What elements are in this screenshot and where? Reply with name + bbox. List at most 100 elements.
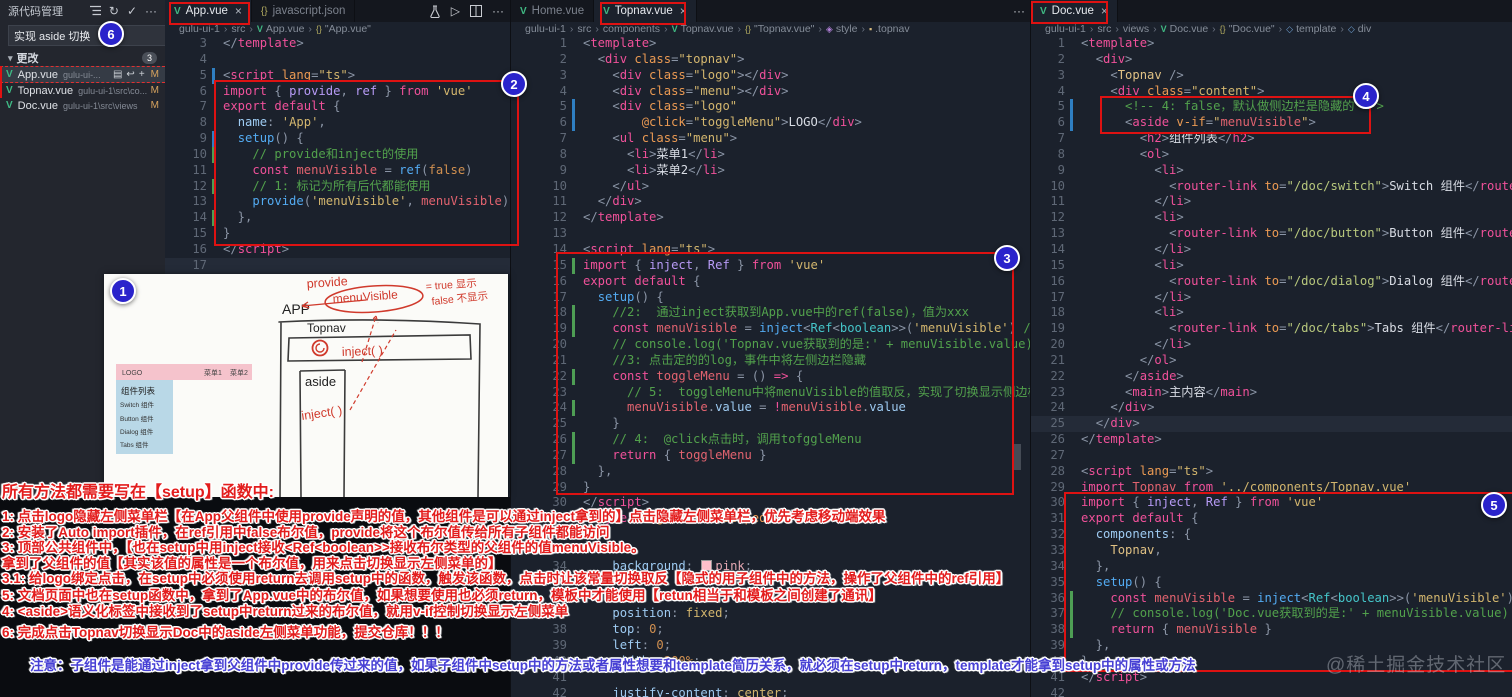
code-line[interactable]: 19 const menuVisible = inject<Ref<boolea… — [511, 321, 1031, 338]
line-number[interactable]: 25 — [1031, 416, 1065, 432]
breadcrumb-item[interactable]: components — [603, 23, 660, 35]
line-number[interactable]: 34 — [1031, 559, 1065, 575]
code-line[interactable]: 8 <ol> — [1031, 147, 1512, 163]
code-line[interactable]: 3 <div class="logo"></div> — [511, 68, 1031, 84]
code-line[interactable]: 15} — [165, 226, 510, 242]
line-number[interactable]: 7 — [1031, 131, 1065, 147]
line-number[interactable]: 33 — [1031, 543, 1065, 559]
code-line[interactable]: 28 }, — [511, 464, 1031, 480]
code-line[interactable]: 34 }, — [1031, 559, 1512, 575]
open-file-icon[interactable]: ▤ — [113, 69, 122, 80]
code-line[interactable]: 5 <!-- 4: false，默认做侧边栏是隐藏的 --> — [1031, 99, 1512, 116]
line-number[interactable]: 32 — [1031, 527, 1065, 543]
code-line[interactable]: 11 const menuVisible = ref(false) — [165, 163, 510, 179]
code-line[interactable]: 31 export default { — [1031, 511, 1512, 527]
code-line[interactable]: 25 } — [511, 416, 1031, 432]
line-number[interactable]: 16 — [511, 274, 567, 290]
line-number[interactable]: 15 — [1031, 258, 1065, 274]
line-number[interactable]: 27 — [511, 448, 567, 464]
line-number[interactable]: 14 — [1031, 242, 1065, 258]
code-line[interactable]: 28 <script lang="ts"> — [1031, 464, 1512, 480]
code-line[interactable]: 12 <li> — [1031, 210, 1512, 226]
line-number[interactable]: 39 — [1031, 638, 1065, 654]
close-tab-icon[interactable]: × — [235, 4, 242, 18]
breadcrumb-item[interactable]: gulu-ui-1 — [525, 23, 566, 35]
discard-changes-icon[interactable]: ↩ — [126, 69, 134, 80]
breadcrumb-item[interactable]: template — [1296, 23, 1336, 35]
code-area[interactable]: 1 <template> 2 <div> 3 <Topnav /> 4 <div cla… — [1031, 36, 1512, 697]
view-as-tree-icon[interactable] — [89, 5, 101, 18]
line-number[interactable]: 1 — [511, 36, 567, 52]
code-line[interactable]: 33 Topnav, — [1031, 543, 1512, 559]
code-line[interactable]: 1 <template> — [1031, 36, 1512, 52]
code-line[interactable]: 16 </script> — [165, 242, 510, 258]
line-number[interactable]: 24 — [1031, 400, 1065, 416]
line-number[interactable]: 8 — [511, 147, 567, 163]
line-number[interactable]: 20 — [1031, 337, 1065, 353]
tab-Home.vue[interactable]: V Home.vue — [511, 0, 595, 22]
line-number[interactable]: 17 — [511, 290, 567, 306]
more-actions-icon[interactable]: ··· — [492, 4, 504, 18]
code-line[interactable]: 6 <aside v-if="menuVisible"> — [1031, 115, 1512, 132]
line-number[interactable]: 9 — [1031, 163, 1065, 179]
code-line[interactable]: 9 setup() { — [165, 131, 510, 147]
code-line[interactable]: 6 @click="toggleMenu">LOGO</div> — [511, 115, 1031, 132]
line-number[interactable]: 19 — [1031, 321, 1065, 337]
code-line[interactable]: 26 // 4: @click点击时，调用tofggleMenu — [511, 432, 1031, 448]
line-number[interactable]: 35 — [1031, 575, 1065, 591]
breadcrumb-item[interactable]: src — [1097, 23, 1111, 35]
code-line[interactable]: 38 return { menuVisible } — [1031, 622, 1512, 639]
line-number[interactable]: 20 — [511, 337, 567, 353]
code-line[interactable]: 17 — [165, 257, 510, 274]
code-line[interactable]: 29} — [511, 480, 1031, 496]
line-number[interactable]: 3 — [165, 36, 207, 52]
breadcrumb-item[interactable]: src — [577, 23, 591, 35]
line-number[interactable]: 9 — [165, 131, 207, 147]
code-line[interactable]: 25 </div> — [1031, 416, 1512, 433]
line-number[interactable]: 42 — [1031, 686, 1065, 697]
code-line[interactable]: 7 <ul class="menu"> — [511, 131, 1031, 147]
code-line[interactable]: 4 — [165, 52, 510, 68]
more-actions-icon[interactable]: ··· — [1013, 4, 1025, 18]
line-number[interactable]: 5 — [165, 68, 207, 84]
line-number[interactable]: 10 — [511, 179, 567, 195]
line-number[interactable]: 4 — [165, 52, 207, 68]
line-number[interactable]: 17 — [165, 258, 207, 274]
line-number[interactable]: 4 — [1031, 84, 1065, 100]
code-line[interactable]: 20 </li> — [1031, 337, 1512, 353]
code-line[interactable]: 14 }, — [165, 210, 510, 227]
breadcrumb-item[interactable]: src — [231, 23, 245, 35]
code-line[interactable]: 22 </aside> — [1031, 369, 1512, 385]
code-line[interactable]: 1 <template> — [511, 36, 1031, 52]
line-number[interactable]: 17 — [1031, 290, 1065, 306]
code-line[interactable]: 3 <Topnav /> — [1031, 68, 1512, 84]
stage-changes-icon[interactable]: + — [139, 69, 145, 80]
line-number[interactable]: 10 — [1031, 179, 1065, 195]
code-line[interactable]: 42 — [1031, 686, 1512, 697]
line-number[interactable]: 6 — [1031, 115, 1065, 131]
code-line[interactable]: 2 <div class="topnav"> — [511, 52, 1031, 68]
close-tab-icon[interactable]: × — [1101, 4, 1108, 18]
code-line[interactable]: 9 <li>菜单2</li> — [511, 163, 1031, 179]
line-number[interactable]: 15 — [165, 226, 207, 242]
code-line[interactable]: 12 // 1: 标记为所有后代都能使用 — [165, 178, 510, 195]
code-line[interactable]: 11 </div> — [511, 194, 1031, 210]
file-row-Topnav.vue[interactable]: V Topnav.vue gulu-ui-1\src\co... M — [0, 83, 165, 98]
line-number[interactable]: 42 — [511, 686, 567, 697]
tab-Topnav.vue[interactable]: V Topnav.vue × — [594, 0, 697, 22]
code-line[interactable]: 7 <h2>组件列表</h2> — [1031, 131, 1512, 147]
code-line[interactable]: 6 import { provide, ref } from 'vue' — [165, 84, 510, 100]
code-line[interactable]: 37 position: fixed; — [511, 606, 1031, 622]
line-number[interactable]: 19 — [511, 321, 567, 337]
code-line[interactable]: 37 // console.log('Doc.vue获取到的是:' + menu… — [1031, 606, 1512, 623]
breadcrumb-item[interactable]: gulu-ui-1 — [1045, 23, 1086, 35]
line-number[interactable]: 3 — [1031, 68, 1065, 84]
commit-message-input[interactable] — [8, 25, 166, 46]
code-line[interactable]: 24 menuVisible.value = !menuVisible.valu… — [511, 400, 1031, 417]
line-number[interactable]: 9 — [511, 163, 567, 179]
breadcrumb-item[interactable]: gulu-ui-1 — [179, 23, 220, 35]
split-editor-icon[interactable] — [470, 5, 482, 17]
code-line[interactable]: 17 </li> — [1031, 290, 1512, 306]
line-number[interactable]: 1 — [1031, 36, 1065, 52]
code-line[interactable]: 29 import Topnav from '../components/Topn… — [1031, 480, 1512, 496]
